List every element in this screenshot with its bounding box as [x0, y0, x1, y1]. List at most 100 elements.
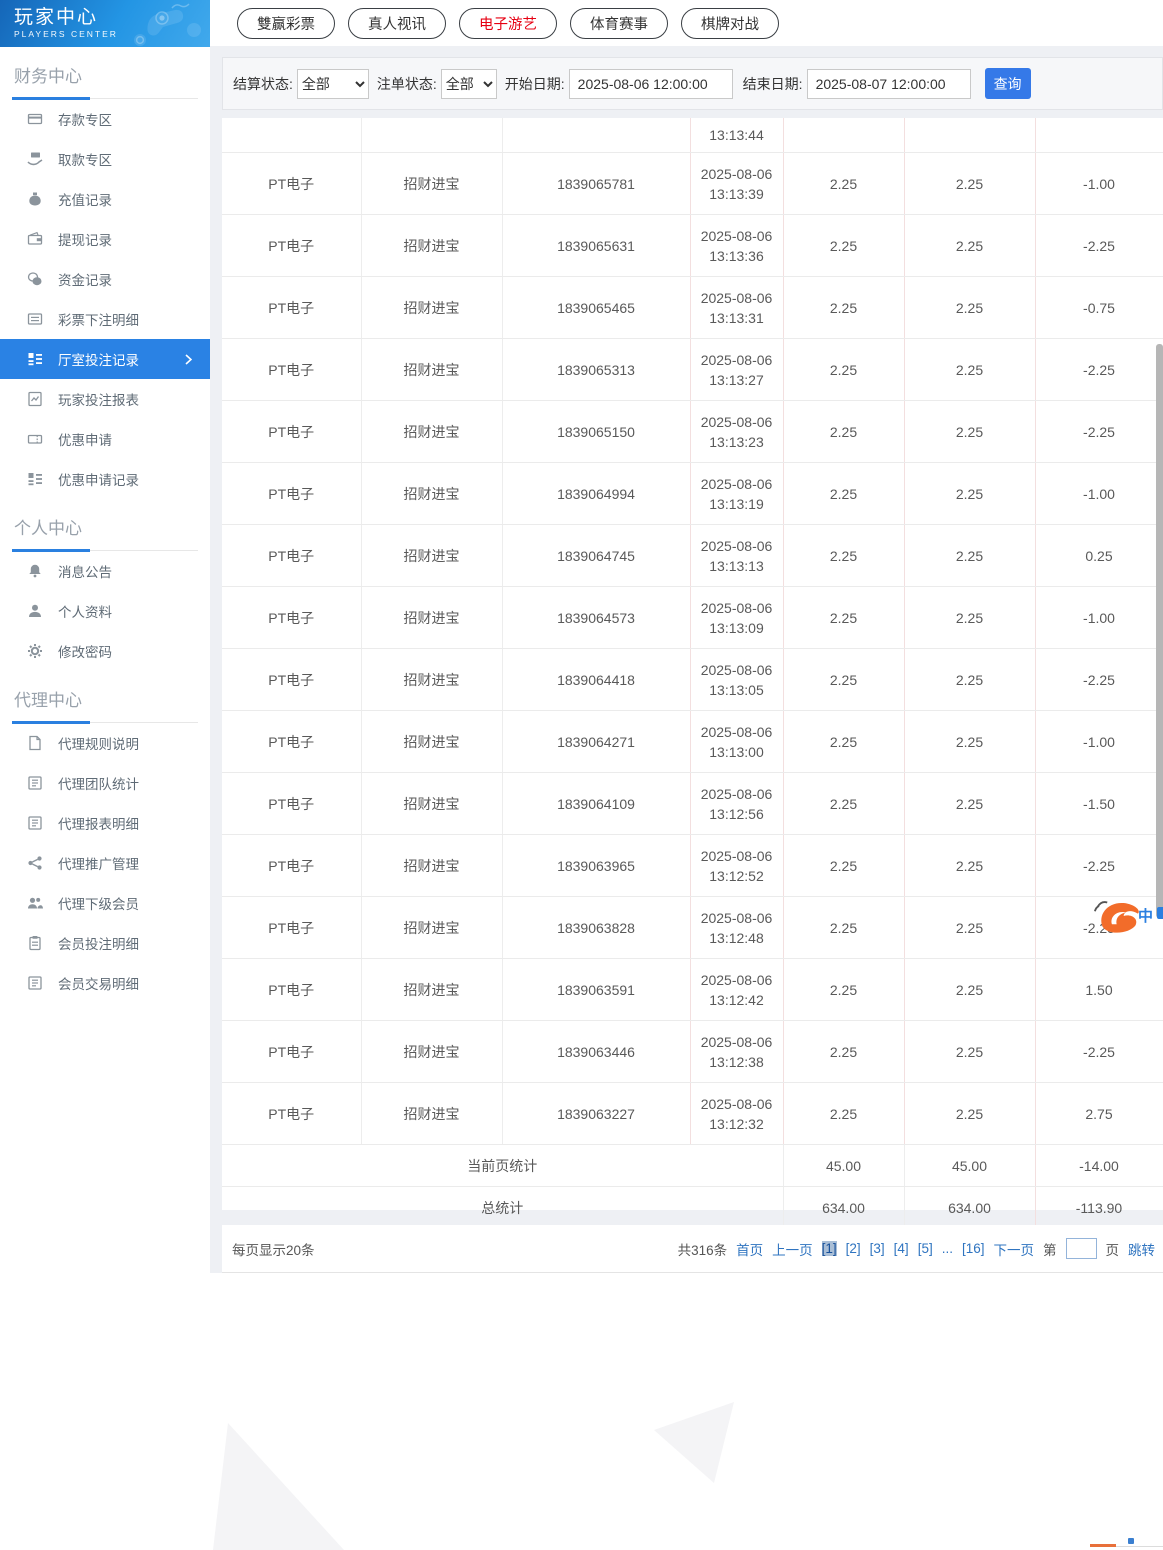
cell-valid-bet: 2.25 — [904, 648, 1036, 711]
sidebar-item-agent-people[interactable]: 代理下级会员 — [0, 883, 210, 923]
cell-platform: PT电子 — [222, 152, 362, 215]
order-status-label: 注单状态: — [376, 75, 437, 92]
cell-platform: PT电子 — [222, 1082, 362, 1145]
floating-mascot-widget[interactable]: 中 — [1082, 894, 1163, 938]
sidebar-item-message-bell[interactable]: 消息公告 — [0, 551, 210, 591]
cell-order-no: 1839064109 — [502, 772, 691, 835]
bet-date: 2025-08-06 — [700, 723, 773, 740]
summary-win_loss: -113.90 — [1035, 1186, 1163, 1229]
cell-platform: PT电子 — [222, 710, 362, 773]
page-size-text: 每页显示20条 — [232, 1242, 315, 1258]
bet-date: 2025-08-06 — [700, 847, 773, 864]
cell-platform: PT电子 — [222, 524, 362, 587]
tab-真人视讯[interactable]: 真人视讯 — [348, 7, 446, 39]
cell-win-loss: 1.50 — [1035, 958, 1163, 1021]
page-number-16[interactable]: [16] — [962, 1241, 985, 1256]
jump-page-input[interactable] — [1065, 1238, 1097, 1259]
sidebar-item-withdraw-hand[interactable]: 取款专区 — [0, 139, 210, 179]
cell-bet-time: 2025-08-06 13:12:32 — [690, 1082, 784, 1145]
sidebar-item-agent-share[interactable]: 代理推广管理 — [0, 843, 210, 883]
bet-records-table-panel: 13:13:44 PT电子 招财进宝 1839065781 2025-08-06 13:1… — [222, 118, 1163, 1229]
sidebar-item-player-report[interactable]: 玩家投注报表 — [0, 379, 210, 419]
order-status-select[interactable]: 全部 — [440, 68, 497, 99]
cell-game: 招财进宝 — [361, 338, 503, 401]
cell-order-no: 1839064418 — [502, 648, 691, 711]
tab-雙赢彩票[interactable]: 雙赢彩票 — [237, 7, 335, 39]
cell-valid-bet — [904, 118, 1036, 153]
sidebar-item-agent-report-board[interactable]: 代理报表明细 — [0, 803, 210, 843]
cell-bet-time: 2025-08-06 13:12:52 — [690, 834, 784, 897]
next-page-link[interactable]: 下一页 — [994, 1239, 1035, 1259]
table-scrollbar-thumb[interactable] — [1156, 344, 1163, 918]
sidebar-item-label: 存款专区 — [58, 113, 112, 128]
cell-bet-time: 2025-08-06 13:12:48 — [690, 896, 784, 959]
cell-bet-time: 2025-08-06 13:13:09 — [690, 586, 784, 649]
table-row: PT电子 招财进宝 1839065631 2025-08-06 13:13:36 2.25… — [222, 214, 1163, 277]
page-number-2[interactable]: [2] — [846, 1241, 861, 1256]
page-number-1[interactable]: [1] — [821, 1241, 837, 1256]
summary-valid_bet: 45.00 — [904, 1144, 1036, 1187]
bet-date: 2025-08-06 — [700, 785, 773, 802]
prev-page-link[interactable]: 上一页 — [772, 1239, 813, 1259]
query-button[interactable]: 查询 — [984, 68, 1031, 99]
jump-button[interactable]: 跳转 — [1128, 1239, 1155, 1259]
cell-bet-amount: 2.25 — [783, 834, 905, 897]
cell-platform: PT电子 — [222, 214, 362, 277]
table-row: PT电子 招财进宝 1839064994 2025-08-06 13:13:19 2.25… — [222, 462, 1163, 525]
cell-valid-bet: 2.25 — [904, 524, 1036, 587]
sidebar-item-label: 充值记录 — [58, 193, 112, 208]
cell-order-no: 1839063227 — [502, 1082, 691, 1145]
end-date-label: 结束日期: — [742, 75, 803, 92]
summary-bet: 45.00 — [783, 1144, 905, 1187]
settle-status-select[interactable]: 全部 — [296, 68, 369, 99]
bet-date: 2025-08-06 — [700, 475, 773, 492]
sidebar-item-funds-coins[interactable]: 资金记录 — [0, 259, 210, 299]
tab-棋牌对战[interactable]: 棋牌对战 — [681, 7, 779, 39]
cell-win-loss: -2.25 — [1035, 214, 1163, 277]
sidebar-item-promo-records[interactable]: 优惠申请记录 — [0, 459, 210, 499]
cell-order-no — [502, 118, 691, 153]
cell-bet-time: 2025-08-06 13:13:05 — [690, 648, 784, 711]
page-ellipsis: ... — [941, 1241, 953, 1256]
cell-win-loss: -1.00 — [1035, 462, 1163, 525]
cell-win-loss: -1.00 — [1035, 710, 1163, 773]
sidebar-item-label: 优惠申请 — [58, 433, 112, 448]
sidebar-item-deposit-card[interactable]: 存款专区 — [0, 99, 210, 139]
bet-date: 2025-08-06 — [700, 165, 773, 182]
bet-time: 13:13:27 — [709, 371, 764, 388]
cell-order-no: 1839063446 — [502, 1020, 691, 1083]
cell-bet-amount: 2.25 — [783, 1020, 905, 1083]
table-row: PT电子 招财进宝 1839063965 2025-08-06 13:12:52 2.25… — [222, 834, 1163, 897]
page-number-3[interactable]: [3] — [870, 1241, 885, 1256]
player-report-icon — [28, 391, 42, 407]
sidebar-item-agent-team-board[interactable]: 代理团队统计 — [0, 763, 210, 803]
page-number-5[interactable]: [5] — [918, 1241, 933, 1256]
sidebar-item-recharge-bag[interactable]: 充值记录 — [0, 179, 210, 219]
recharge-bag-icon — [29, 192, 41, 206]
bet-time: 13:12:38 — [709, 1053, 764, 1070]
member-trade-clipboard-icon — [28, 976, 42, 990]
sidebar-item-promo-ticket[interactable]: 优惠申请 — [0, 419, 210, 459]
sidebar-item-lottery-list[interactable]: 彩票下注明细 — [0, 299, 210, 339]
table-row: PT电子 招财进宝 1839065781 2025-08-06 13:13:39 2.25… — [222, 152, 1163, 215]
sidebar-item-member-trade-clipboard[interactable]: 会员交易明细 — [0, 963, 210, 1003]
tab-电子游艺[interactable]: 电子游艺 — [459, 7, 557, 39]
start-date-input[interactable] — [568, 68, 733, 99]
first-page-link[interactable]: 首页 — [736, 1239, 763, 1259]
sidebar-item-label: 取款专区 — [58, 153, 112, 168]
page-number-4[interactable]: [4] — [894, 1241, 909, 1256]
sidebar-item-agent-rules-doc[interactable]: 代理规则说明 — [0, 723, 210, 763]
bet-time: 13:12:42 — [709, 991, 764, 1008]
tab-体育赛事[interactable]: 体育赛事 — [570, 7, 668, 39]
sidebar-item-profile-person[interactable]: 个人资料 — [0, 591, 210, 631]
sidebar-item-hall-records[interactable]: 厅室投注记录 — [0, 339, 210, 379]
summary-bet: 634.00 — [783, 1186, 905, 1229]
bet-records-table: 13:13:44 PT电子 招财进宝 1839065781 2025-08-06 13:1… — [222, 118, 1163, 1229]
sidebar-item-member-bet-clipboard[interactable]: 会员投注明细 — [0, 923, 210, 963]
sidebar-item-password-gear[interactable]: 修改密码 — [0, 631, 210, 671]
bet-time: 13:12:48 — [709, 929, 764, 946]
end-date-input[interactable] — [806, 68, 971, 99]
table-row: PT电子 招财进宝 1839063591 2025-08-06 13:12:42 2.25… — [222, 958, 1163, 1021]
sidebar-item-withdrawal-wallet[interactable]: 提现记录 — [0, 219, 210, 259]
cell-valid-bet: 2.25 — [904, 772, 1036, 835]
